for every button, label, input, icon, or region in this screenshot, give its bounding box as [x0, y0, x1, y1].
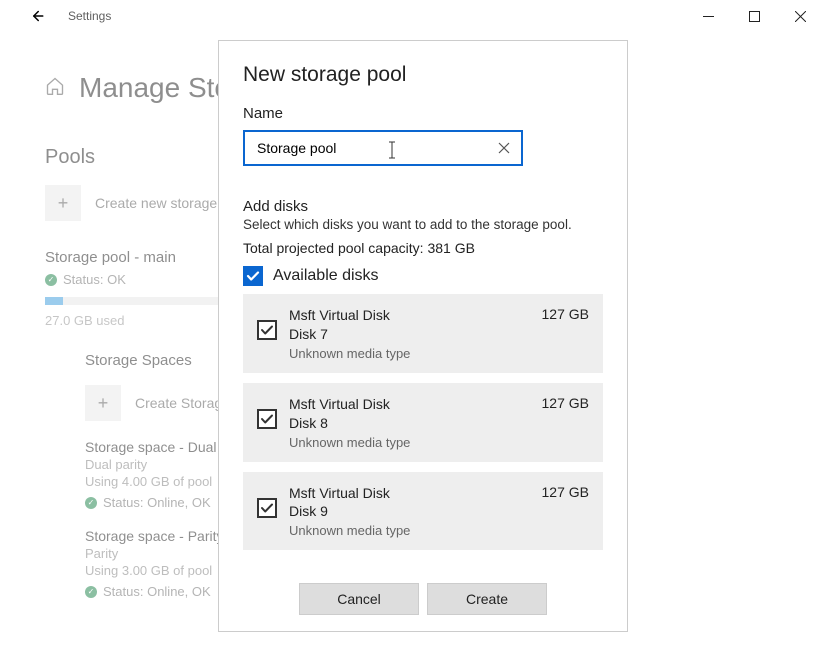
space-status: Status: Online, OK: [103, 584, 211, 599]
projected-capacity: Total projected pool capacity: 381 GB: [243, 240, 603, 256]
app-title: Settings: [68, 9, 111, 23]
create-button[interactable]: Create: [427, 583, 547, 615]
status-ok-icon: ✓: [45, 274, 57, 286]
plus-icon: +: [45, 185, 81, 221]
capacity-bar-fill: [45, 297, 63, 305]
dialog-title: New storage pool: [243, 63, 603, 87]
maximize-button[interactable]: [731, 1, 777, 31]
capacity-bar: [45, 297, 225, 305]
back-button[interactable]: [24, 4, 48, 28]
disk-size: 127 GB: [542, 306, 589, 322]
available-disks-label: Available disks: [273, 267, 379, 285]
minimize-button[interactable]: [685, 1, 731, 31]
new-storage-pool-dialog: New storage pool Name Add disks Select w…: [218, 40, 628, 632]
disk-media: Unknown media type: [289, 346, 530, 361]
add-disks-heading: Add disks: [243, 198, 603, 215]
close-button[interactable]: [777, 1, 823, 31]
disk-size: 127 GB: [542, 484, 589, 500]
pool-status: Status: OK: [63, 272, 126, 287]
disk-item[interactable]: Msft Virtual Disk Disk 9 Unknown media t…: [243, 472, 603, 551]
plus-icon: +: [85, 385, 121, 421]
disk-device: Disk 9: [289, 502, 530, 521]
disk-checkbox[interactable]: [257, 498, 277, 518]
home-icon[interactable]: [45, 76, 65, 101]
space-status: Status: Online, OK: [103, 495, 211, 510]
disk-item[interactable]: Msft Virtual Disk Disk 7 Unknown media t…: [243, 294, 603, 373]
cancel-button[interactable]: Cancel: [299, 583, 419, 615]
status-ok-icon: ✓: [85, 497, 97, 509]
add-disks-description: Select which disks you want to add to th…: [243, 217, 603, 232]
status-ok-icon: ✓: [85, 586, 97, 598]
disk-name: Msft Virtual Disk: [289, 395, 530, 414]
disk-checkbox[interactable]: [257, 409, 277, 429]
disk-media: Unknown media type: [289, 435, 530, 450]
disk-name: Msft Virtual Disk: [289, 306, 530, 325]
disk-device: Disk 8: [289, 414, 530, 433]
disk-checkbox[interactable]: [257, 320, 277, 340]
disk-item[interactable]: Msft Virtual Disk Disk 8 Unknown media t…: [243, 383, 603, 462]
disk-device: Disk 7: [289, 325, 530, 344]
disk-list: Msft Virtual Disk Disk 7 Unknown media t…: [243, 294, 603, 560]
text-cursor-icon: [385, 140, 399, 165]
name-input-wrap[interactable]: [243, 130, 523, 166]
clear-input-button[interactable]: [495, 139, 513, 157]
available-disks-checkbox[interactable]: [243, 266, 263, 286]
name-input[interactable]: [253, 140, 495, 156]
disk-size: 127 GB: [542, 395, 589, 411]
name-label: Name: [243, 105, 603, 122]
titlebar: Settings: [0, 0, 827, 32]
disk-name: Msft Virtual Disk: [289, 484, 530, 503]
disk-media: Unknown media type: [289, 523, 530, 538]
